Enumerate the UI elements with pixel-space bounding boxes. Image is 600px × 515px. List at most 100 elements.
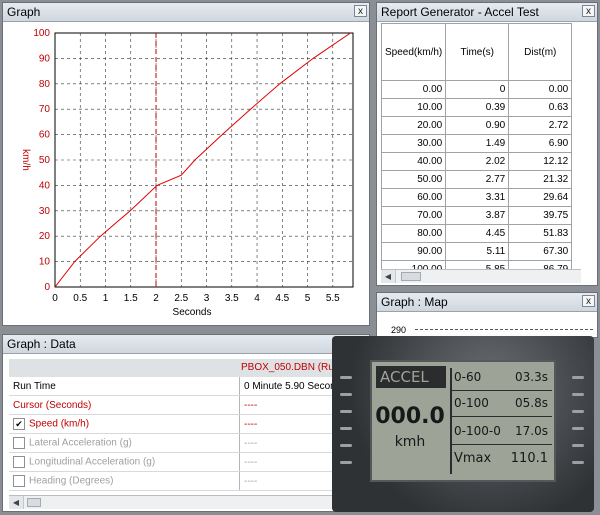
lcd-speed-unit: kmh bbox=[394, 434, 426, 450]
table-row: 60.00 3.31 29.64 bbox=[380, 188, 573, 207]
data-titlebar: Graph : Data bbox=[3, 335, 369, 354]
report-horizontal-scrollbar[interactable]: ◀ bbox=[381, 269, 581, 283]
table-cell: 12.12 bbox=[508, 152, 573, 171]
x-tick-label: 4 bbox=[254, 293, 260, 304]
data-row-label: Speed (km/h) bbox=[29, 418, 90, 430]
table-cell: 0.00 bbox=[380, 80, 447, 99]
data-row: Cursor (Seconds) ---- bbox=[9, 395, 369, 415]
graph-title: Graph bbox=[7, 5, 41, 19]
x-tick-label: 1 bbox=[103, 293, 109, 304]
y-tick-label: 70 bbox=[39, 104, 51, 115]
x-tick-label: 5 bbox=[305, 293, 311, 304]
accel-report-table: Speed(km/h) Time(s) Dist(m) 0.00 0 0.00 10.… bbox=[380, 23, 573, 279]
table-row: 70.00 3.87 39.75 bbox=[380, 206, 573, 225]
data-row[interactable]: Heading (Degrees) ---- bbox=[9, 471, 369, 491]
scroll-thumb[interactable] bbox=[27, 498, 41, 507]
table-row: 80.00 4.45 51.83 bbox=[380, 224, 573, 243]
table-row: 40.00 2.02 12.12 bbox=[380, 152, 573, 171]
table-cell: 6.90 bbox=[508, 134, 573, 153]
graph-titlebar: Graph x bbox=[3, 3, 369, 22]
table-row: 90.00 5.11 67.30 bbox=[380, 242, 573, 261]
lcd-readout-0-100-0: 0-100-0 17.0s bbox=[454, 422, 550, 440]
channel-checkbox[interactable] bbox=[13, 437, 25, 449]
channel-checkbox[interactable] bbox=[13, 456, 25, 468]
table-cell: 2.02 bbox=[445, 152, 510, 171]
channel-checkbox[interactable] bbox=[13, 475, 25, 487]
lap-timer-photo: ACCEL 000.0 kmh 0-60 03.3s 0-100 05.8s 0… bbox=[332, 336, 594, 512]
table-cell: 20.00 bbox=[380, 116, 447, 135]
close-icon[interactable]: x bbox=[354, 5, 367, 17]
y-tick-label: 40 bbox=[39, 180, 51, 191]
close-icon[interactable]: x bbox=[582, 5, 595, 17]
y-tick-label: 30 bbox=[39, 206, 51, 217]
table-cell: 3.87 bbox=[445, 206, 510, 225]
lcd-readout-0-100: 0-100 05.8s bbox=[454, 394, 550, 412]
data-window: Graph : Data PBOX_050.DBN (Run 2 Run Tim… bbox=[2, 334, 370, 512]
table-cell: 0.00 bbox=[508, 80, 573, 99]
table-cell: 0.39 bbox=[445, 98, 510, 117]
x-tick-label: 3 bbox=[204, 293, 210, 304]
speed-chart[interactable]: 0 0.5 1 1.5 2 2.5 3 3.5 4 4.5 5 5.5 0 10 20 30 40 50 60 70 8… bbox=[3, 21, 369, 325]
data-row-label: Cursor (Seconds) bbox=[13, 399, 92, 411]
lcd-readout-vmax: Vmax 110.1 bbox=[454, 450, 550, 468]
table-cell: 10.00 bbox=[380, 98, 447, 117]
data-row[interactable]: Longitudinal Acceleration (g) ---- bbox=[9, 452, 369, 472]
y-tick-label: 10 bbox=[39, 257, 51, 268]
y-tick-label: 90 bbox=[39, 53, 51, 64]
table-cell: 21.32 bbox=[508, 170, 573, 189]
table-cell: 50.00 bbox=[380, 170, 447, 189]
table-cell: 4.45 bbox=[445, 224, 510, 243]
lcd-readout-label: 0-100 bbox=[454, 396, 489, 410]
y-tick-label: 20 bbox=[39, 231, 51, 242]
lcd-readout-label: 0-60 bbox=[454, 370, 482, 384]
lcd-readout-value: 03.3s bbox=[515, 370, 548, 384]
lcd-readout-label: 0-100-0 bbox=[454, 424, 501, 438]
data-row[interactable]: ✔ Speed (km/h) ---- bbox=[9, 414, 369, 434]
table-cell: 39.75 bbox=[508, 206, 573, 225]
map-axis-label: 290 bbox=[391, 325, 407, 335]
table-cell: 70.00 bbox=[380, 206, 447, 225]
table-cell: 0.63 bbox=[508, 98, 573, 117]
table-row: 50.00 2.77 21.32 bbox=[380, 170, 573, 189]
x-tick-label: 4.5 bbox=[275, 293, 289, 304]
scroll-thumb[interactable] bbox=[401, 272, 421, 281]
report-generator-window: Report Generator - Accel Test x Speed(km… bbox=[376, 2, 598, 286]
table-cell: 51.83 bbox=[508, 224, 573, 243]
data-row-label-cell: Heading (Degrees) bbox=[9, 471, 240, 491]
table-cell: 0 bbox=[445, 80, 510, 99]
lcd-divider bbox=[450, 368, 452, 474]
table-cell: 80.00 bbox=[380, 224, 447, 243]
data-title: Graph : Data bbox=[7, 337, 76, 351]
map-titlebar: Graph : Map x bbox=[377, 293, 597, 312]
table-row: 0.00 0 0.00 bbox=[380, 80, 573, 99]
table-cell: 29.64 bbox=[508, 188, 573, 207]
data-row-label: Lateral Acceleration (g) bbox=[29, 437, 132, 449]
y-tick-label: 50 bbox=[39, 155, 51, 166]
x-tick-label: 0.5 bbox=[73, 293, 87, 304]
lcd-readout-value: 05.8s bbox=[515, 396, 548, 410]
lcd-readout-label: Vmax bbox=[454, 451, 492, 466]
table-cell: 3.31 bbox=[445, 188, 510, 207]
channel-checkbox[interactable]: ✔ bbox=[13, 418, 25, 430]
data-header-row: PBOX_050.DBN (Run 2 bbox=[9, 359, 369, 377]
table-row: 20.00 0.90 2.72 bbox=[380, 116, 573, 135]
scroll-left-icon[interactable]: ◀ bbox=[381, 270, 396, 283]
x-tick-label: 3.5 bbox=[225, 293, 239, 304]
data-horizontal-scrollbar[interactable]: ◀ bbox=[9, 495, 369, 509]
report-titlebar: Report Generator - Accel Test x bbox=[377, 3, 597, 22]
scroll-left-icon[interactable]: ◀ bbox=[9, 496, 24, 509]
close-icon[interactable]: x bbox=[582, 295, 595, 307]
lcd-row-divider bbox=[452, 390, 552, 391]
data-row[interactable]: Lateral Acceleration (g) ---- bbox=[9, 433, 369, 453]
data-row-label-cell: Run Time bbox=[9, 377, 240, 396]
y-tick-label: 100 bbox=[33, 28, 50, 39]
data-row-label-cell: Lateral Acceleration (g) bbox=[9, 433, 240, 453]
lcd-speed-value: 000.0 bbox=[375, 404, 445, 429]
data-row-label: Run Time bbox=[13, 380, 56, 392]
report-title: Report Generator - Accel Test bbox=[381, 5, 539, 19]
device-grip-left bbox=[340, 376, 354, 476]
data-row-label-cell: Cursor (Seconds) bbox=[9, 395, 240, 415]
x-tick-label: 2.5 bbox=[174, 293, 188, 304]
table-cell: 67.30 bbox=[508, 242, 573, 261]
table-cell: 30.00 bbox=[380, 134, 447, 153]
